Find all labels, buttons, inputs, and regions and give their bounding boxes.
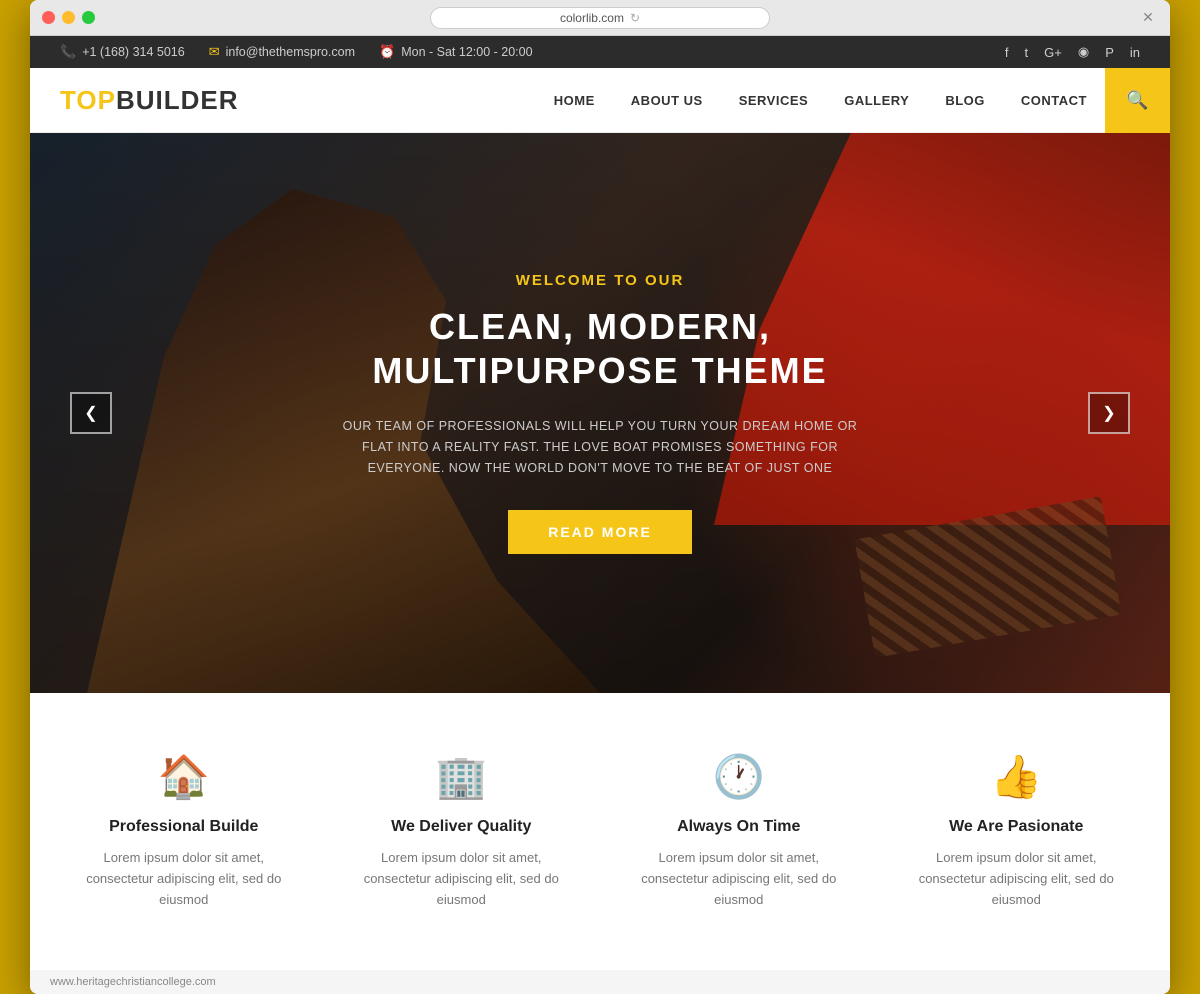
- nav-services[interactable]: SERVICES: [721, 93, 827, 108]
- hero-title: CLEAN, MODERN, MULTIPURPOSE THEME: [270, 305, 930, 391]
- hours-item: ⏰ Mon - Sat 12:00 - 20:00: [379, 44, 533, 60]
- nav-links: HOME ABOUT US SERVICES GALLERY BLOG CONT…: [536, 68, 1140, 133]
- next-slide-button[interactable]: ❯: [1088, 392, 1130, 434]
- building-icon: 🏢: [348, 753, 576, 802]
- top-bar: 📞 +1 (168) 314 5016 ✉ info@thethemspro.c…: [30, 36, 1170, 68]
- thumbsup-icon: 👍: [903, 753, 1131, 802]
- feature-desc-3: Lorem ipsum dolor sit amet, consectetur …: [625, 848, 853, 910]
- refresh-icon[interactable]: ↻: [630, 11, 640, 25]
- googleplus-icon[interactable]: G+: [1044, 45, 1062, 60]
- url-text: colorlib.com: [560, 11, 624, 25]
- feature-title-2: We Deliver Quality: [348, 818, 576, 836]
- minimize-dot[interactable]: [62, 11, 75, 24]
- nav-contact[interactable]: CONTACT: [1003, 93, 1105, 108]
- linkedin-icon[interactable]: in: [1130, 45, 1140, 60]
- site-wrapper: 📞 +1 (168) 314 5016 ✉ info@thethemspro.c…: [30, 36, 1170, 994]
- footer-attribution: www.heritagechristiancollege.com: [50, 976, 216, 988]
- email-icon: ✉: [209, 44, 220, 60]
- browser-close-button[interactable]: ✕: [1138, 8, 1158, 28]
- site-logo[interactable]: TOPBUILDER: [60, 85, 239, 116]
- phone-icon: 📞: [60, 44, 76, 60]
- twitter-icon[interactable]: t: [1025, 45, 1029, 60]
- close-dot[interactable]: [42, 11, 55, 24]
- url-bar[interactable]: colorlib.com ↻: [430, 7, 770, 29]
- search-icon: 🔍: [1126, 90, 1148, 111]
- features-section: 🏠 Professional Builde Lorem ipsum dolor …: [30, 693, 1170, 970]
- clock-feature-icon: 🕐: [625, 753, 853, 802]
- arrow-left-icon: ❮: [84, 403, 97, 423]
- feature-desc-2: Lorem ipsum dolor sit amet, consectetur …: [348, 848, 576, 910]
- nav-gallery[interactable]: GALLERY: [826, 93, 927, 108]
- pinterest-icon[interactable]: P: [1105, 45, 1114, 60]
- logo-top: TOP: [60, 85, 116, 115]
- feature-professional-builder: 🏠 Professional Builde Lorem ipsum dolor …: [60, 743, 308, 920]
- email-address: info@thethemspro.com: [226, 45, 355, 59]
- feature-passionate: 👍 We Are Pasionate Lorem ipsum dolor sit…: [893, 743, 1141, 920]
- hero-section: ❮ WELCOME TO OUR CLEAN, MODERN, MULTIPUR…: [30, 133, 1170, 693]
- top-bar-right: f t G+ ◉ P in: [1005, 44, 1140, 60]
- navbar: TOPBUILDER HOME ABOUT US SERVICES GALLER…: [30, 68, 1170, 133]
- feature-title-1: Professional Builde: [70, 818, 298, 836]
- nav-about[interactable]: ABOUT US: [613, 93, 721, 108]
- hero-content: WELCOME TO OUR CLEAN, MODERN, MULTIPURPO…: [250, 252, 950, 573]
- clock-icon: ⏰: [379, 44, 395, 60]
- feature-title-3: Always On Time: [625, 818, 853, 836]
- browser-dots: [42, 11, 95, 24]
- feature-on-time: 🕐 Always On Time Lorem ipsum dolor sit a…: [615, 743, 863, 920]
- maximize-dot[interactable]: [82, 11, 95, 24]
- prev-slide-button[interactable]: ❮: [70, 392, 112, 434]
- phone-item: 📞 +1 (168) 314 5016: [60, 44, 185, 60]
- hero-subtitle: WELCOME TO OUR: [270, 272, 930, 289]
- arrow-right-icon: ❯: [1102, 403, 1115, 423]
- email-item: ✉ info@thethemspro.com: [209, 44, 355, 60]
- footer-bar: www.heritagechristiancollege.com: [30, 970, 1170, 994]
- facebook-icon[interactable]: f: [1005, 45, 1009, 60]
- feature-desc-4: Lorem ipsum dolor sit amet, consectetur …: [903, 848, 1131, 910]
- hero-description: OUR TEAM OF PROFESSIONALS WILL HELP YOU …: [325, 416, 875, 480]
- hero-cta-button[interactable]: READ MORE: [508, 510, 692, 554]
- browser-titlebar: colorlib.com ↻ ✕: [30, 0, 1170, 36]
- top-bar-left: 📞 +1 (168) 314 5016 ✉ info@thethemspro.c…: [60, 44, 533, 60]
- search-button[interactable]: 🔍: [1105, 68, 1170, 133]
- logo-builder: BUILDER: [116, 85, 239, 115]
- browser-window: colorlib.com ↻ ✕ 📞 +1 (168) 314 5016 ✉ i…: [30, 0, 1170, 994]
- nav-home[interactable]: HOME: [536, 93, 613, 108]
- features-grid: 🏠 Professional Builde Lorem ipsum dolor …: [60, 743, 1140, 920]
- house-icon: 🏠: [70, 753, 298, 802]
- instagram-icon[interactable]: ◉: [1078, 44, 1089, 60]
- feature-desc-1: Lorem ipsum dolor sit amet, consectetur …: [70, 848, 298, 910]
- nav-blog[interactable]: BLOG: [927, 93, 1003, 108]
- feature-deliver-quality: 🏢 We Deliver Quality Lorem ipsum dolor s…: [338, 743, 586, 920]
- phone-number: +1 (168) 314 5016: [82, 45, 185, 59]
- feature-title-4: We Are Pasionate: [903, 818, 1131, 836]
- business-hours: Mon - Sat 12:00 - 20:00: [401, 45, 532, 59]
